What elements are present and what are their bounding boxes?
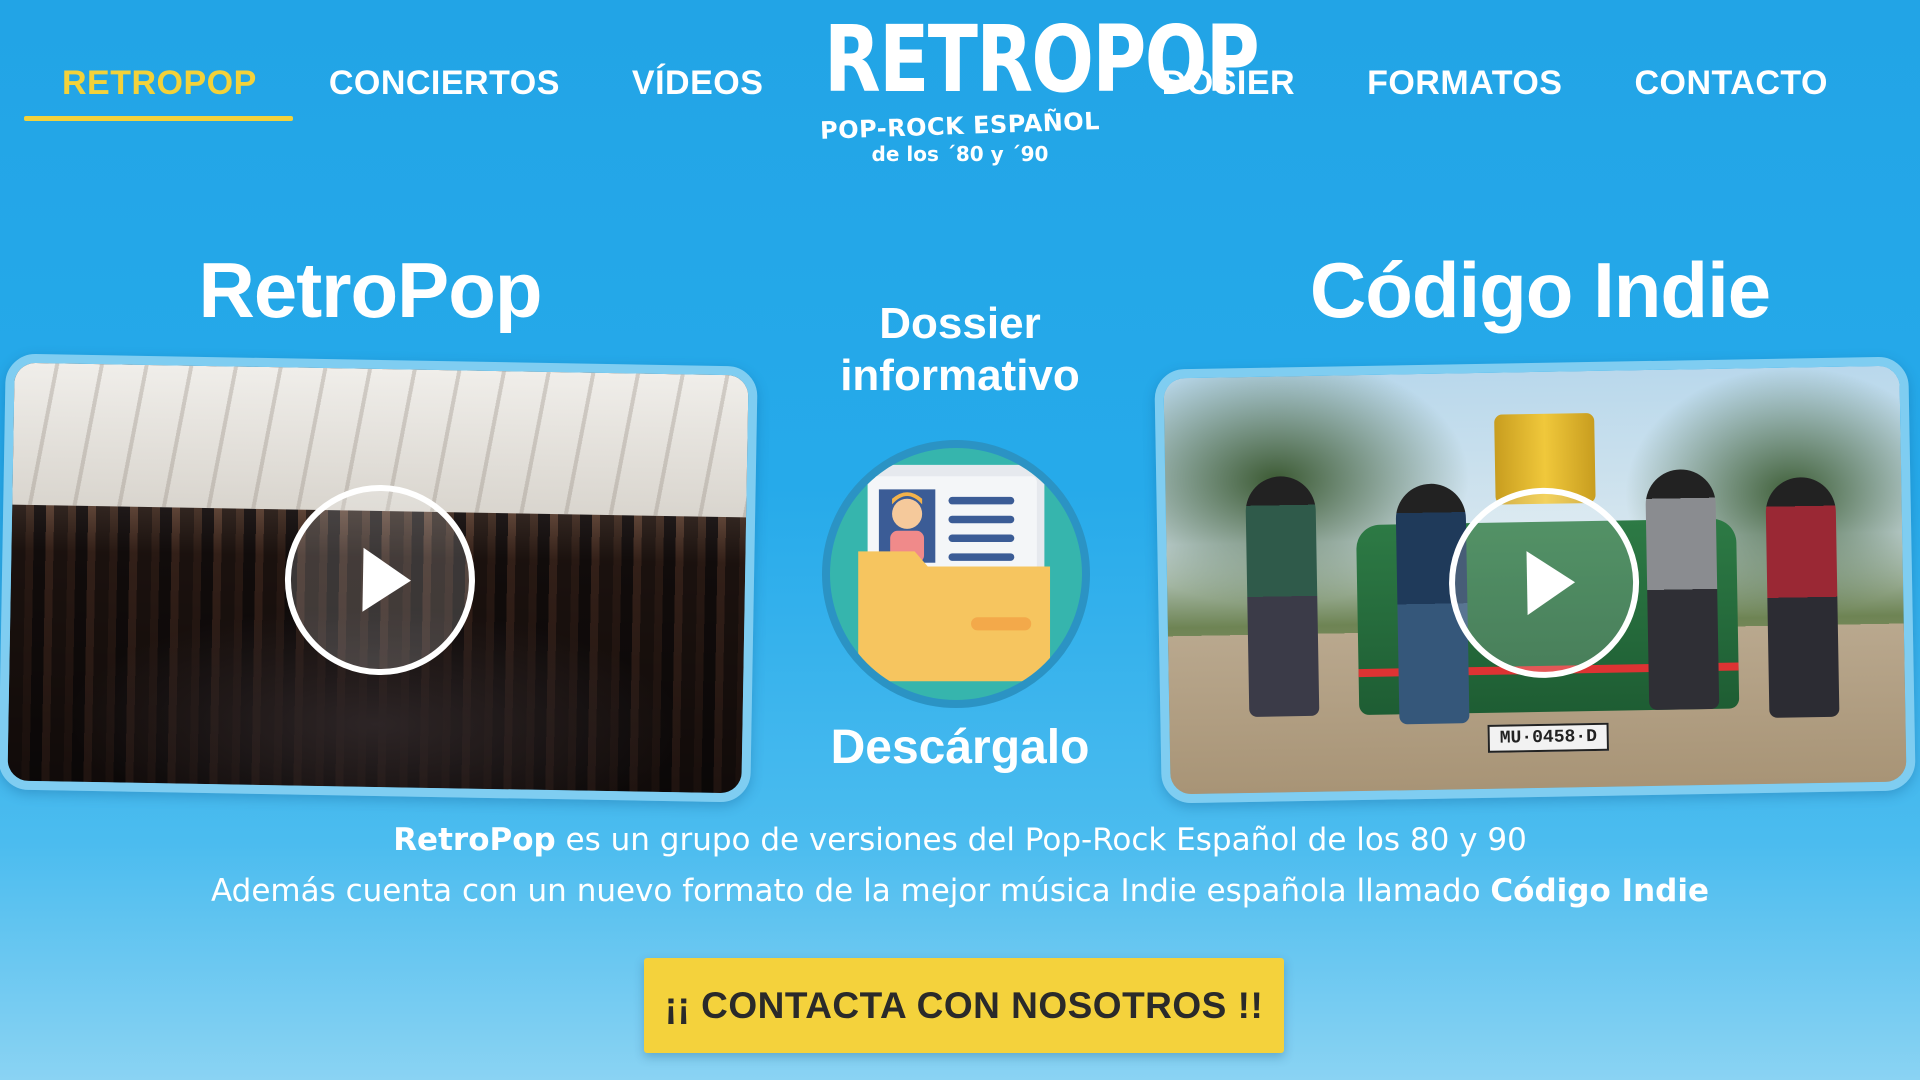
section-title-codigo-indie: Código Indie	[1309, 246, 1771, 334]
description-text-2: Además cuenta con un nuevo formato de la…	[211, 873, 1491, 909]
main-nav-left: RETROPOP CONCIERTOS VÍDEOS	[24, 58, 799, 121]
description-bold-codigo-indie: Código Indie	[1490, 873, 1709, 909]
main-nav-right: DOSIER FORMATOS CONTACTO	[1126, 58, 1864, 121]
logo-wordmark: RETROPOP	[824, 6, 1260, 113]
dossier-title-line2: informativo	[840, 351, 1080, 400]
nav-item-dosier[interactable]: DOSIER	[1126, 58, 1331, 121]
description-text-1: es un grupo de versiones del Pop-Rock Es…	[555, 822, 1527, 858]
description-bold-retropop: RetroPop	[393, 822, 556, 858]
dossier-title: Dossier informativo	[800, 298, 1120, 402]
license-plate: MU·0458·D	[1487, 722, 1610, 753]
description-line-1: RetroPop es un grupo de versiones del Po…	[0, 822, 1920, 858]
site-logo[interactable]: RETROPOP POP-ROCK ESPAÑOL de los ´80 y ´…	[790, 6, 1260, 167]
video-thumbnail-codigo-indie[interactable]: MU·0458·D	[1154, 356, 1916, 804]
nav-item-formatos[interactable]: FORMATOS	[1331, 58, 1598, 121]
video-thumbnail-retropop[interactable]	[0, 353, 758, 803]
folder-document-icon[interactable]	[822, 440, 1090, 708]
contact-us-button[interactable]: ¡¡ CONTACTA CON NOSOTROS !!	[644, 958, 1284, 1053]
nav-item-videos[interactable]: VÍDEOS	[596, 58, 799, 121]
dossier-title-line1: Dossier	[879, 299, 1041, 348]
logo-subtagline: de los ´80 y ´90	[871, 142, 1049, 166]
band-member	[1765, 476, 1840, 718]
nav-item-contacto[interactable]: CONTACTO	[1598, 58, 1864, 121]
download-dossier-link[interactable]: Descárgalo	[790, 720, 1130, 775]
description-line-2: Además cuenta con un nuevo formato de la…	[0, 873, 1920, 909]
nav-item-retropop[interactable]: RETROPOP	[24, 58, 293, 121]
band-member	[1645, 468, 1720, 711]
nav-item-conciertos[interactable]: CONCIERTOS	[293, 58, 596, 121]
band-member	[1245, 475, 1320, 718]
folder-document-graphic	[858, 464, 1051, 682]
section-title-retropop: RetroPop	[198, 246, 543, 334]
